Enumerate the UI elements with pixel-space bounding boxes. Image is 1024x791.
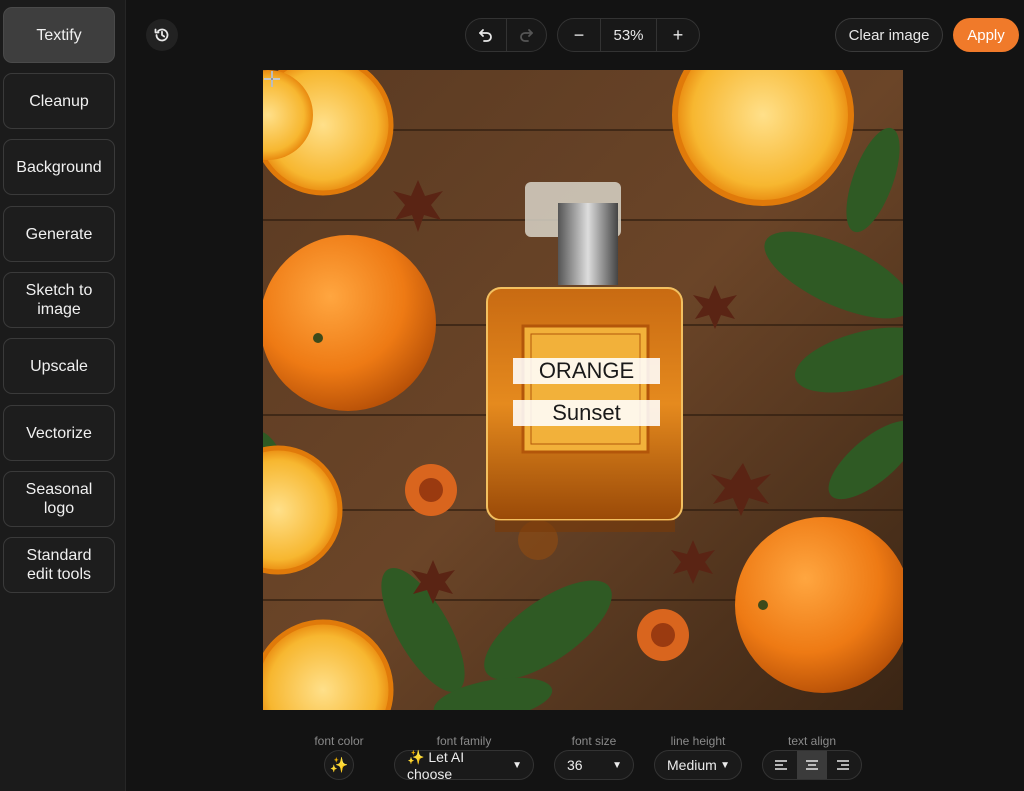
tool-background[interactable]: Background [3,139,115,195]
line-height-value: Medium [667,757,717,773]
undo-button[interactable] [466,19,506,51]
font-size-label: font size [571,734,617,748]
redo-icon [520,29,534,42]
crosshair-cursor-icon [264,71,280,87]
text-layer-line-1[interactable]: ORANGE [513,358,660,384]
font-family-label: font family [436,734,492,748]
font-size-value: 36 [567,757,583,773]
font-size-select[interactable]: 36 ▼ [554,750,634,780]
tool-vectorize[interactable]: Vectorize [3,405,115,461]
line-height-select[interactable]: Medium ▼ [654,750,742,780]
undo-icon [478,29,492,42]
sparkles-icon: ✨ [329,757,349,774]
zoom-in-button[interactable]: + [657,19,699,51]
tool-generate[interactable]: Generate [3,206,115,262]
tool-textify[interactable]: Textify [3,7,115,63]
undo-redo-group [465,18,547,52]
tool-sketch-to-image[interactable]: Sketch to image [3,272,115,328]
text-align-group [762,750,862,780]
tool-upscale[interactable]: Upscale [3,338,115,394]
font-color-button[interactable]: ✨ [324,750,354,780]
font-family-value: ✨ Let AI choose [407,748,465,782]
zoom-control: − 53% + [557,18,700,52]
history-icon [154,28,169,42]
clear-image-button[interactable]: Clear image [835,18,943,52]
zoom-out-button[interactable]: − [558,19,600,51]
font-family-select[interactable]: ✨ Let AI choose ▼ [394,748,534,782]
line-height-label: line height [670,734,726,748]
zoom-level: 53% [600,19,657,51]
tool-standard-edit-tools[interactable]: Standard edit tools [3,537,115,593]
tool-seasonal-logo[interactable]: Seasonal logo [3,471,115,527]
font-color-label: font color [314,734,364,748]
history-button[interactable] [146,19,178,51]
chevron-down-icon: ▼ [720,759,730,771]
tool-cleanup[interactable]: Cleanup [3,73,115,129]
chevron-down-icon: ▼ [512,759,522,771]
apply-button[interactable]: Apply [953,18,1019,52]
align-right-button[interactable] [827,751,858,779]
align-right-icon [836,760,849,770]
align-left-button[interactable] [766,751,797,779]
align-center-icon [806,760,818,770]
text-layer-line-2[interactable]: Sunset [513,400,660,426]
tools-sidebar: Textify Cleanup Background Generate Sket… [0,0,126,791]
redo-button[interactable] [505,19,547,51]
image-canvas[interactable]: ORANGE Sunset [263,70,903,710]
chevron-down-icon: ▼ [612,759,622,771]
align-center-button[interactable] [796,751,828,779]
perfume-product-photo [263,70,903,710]
align-left-icon [775,760,788,770]
text-align-label: text align [787,734,837,748]
